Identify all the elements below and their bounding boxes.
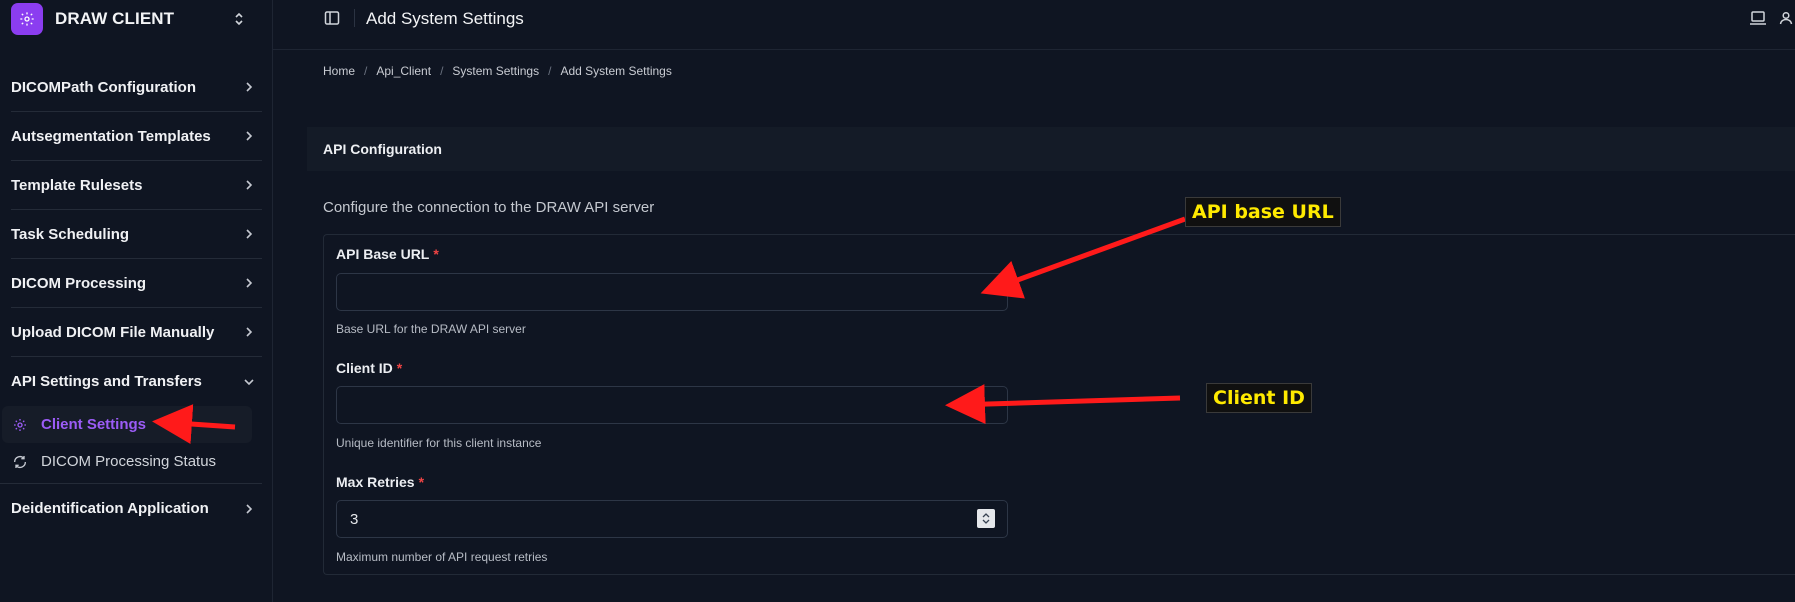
sidebar-subitem-dicom-processing-status[interactable]: DICOM Processing Status [2, 443, 252, 480]
chevrons-up-down-icon[interactable] [232, 9, 246, 29]
chevron-right-icon [242, 178, 256, 192]
api-base-url-label-text: API Base URL [336, 246, 430, 262]
chevron-right-icon [242, 502, 256, 516]
sidebar-item-label: Deidentification Application [11, 500, 209, 517]
breadcrumb-separator: / [440, 64, 444, 78]
sidebar-item-label: API Settings and Transfers [11, 373, 202, 390]
max-retries-help: Maximum number of API request retries [336, 550, 548, 564]
chevron-right-icon [242, 227, 256, 241]
user-icon[interactable] [1777, 9, 1795, 27]
annotation-callout-client-id: Client ID [1206, 383, 1312, 413]
section-title: API Configuration [323, 141, 442, 157]
api-base-url-input[interactable] [336, 273, 1008, 311]
max-retries-label: Max Retries * [336, 474, 424, 490]
api-base-url-help: Base URL for the DRAW API server [336, 322, 526, 336]
client-id-label: Client ID * [336, 360, 402, 376]
number-stepper[interactable] [977, 509, 995, 528]
breadcrumb-current: Add System Settings [560, 64, 672, 78]
sidebar-item-task-scheduling[interactable]: Task Scheduling [11, 210, 262, 259]
refresh-icon [11, 453, 29, 471]
required-marker: * [433, 246, 439, 262]
breadcrumb-separator: / [548, 64, 552, 78]
sidebar-item-upload-dicom-file-manually[interactable]: Upload DICOM File Manually [11, 308, 262, 357]
client-id-help: Unique identifier for this client instan… [336, 436, 542, 450]
sidebar-item-dicompath-configuration[interactable]: DICOMPath Configuration [11, 63, 262, 112]
sidebar-item-label: Upload DICOM File Manually [11, 323, 215, 341]
sidebar: DRAW CLIENT DICOMPath Configuration Auts… [0, 0, 273, 602]
topbar: Add System Settings [273, 0, 1795, 50]
chevron-right-icon [242, 129, 256, 143]
sidebar-item-label: Template Rulesets [11, 176, 143, 194]
sidebar-item-label: Autsegmentation Templates [11, 127, 211, 145]
chevron-down-icon [242, 375, 256, 389]
required-marker: * [396, 360, 403, 376]
required-marker: * [418, 474, 425, 490]
laptop-icon[interactable] [1749, 9, 1767, 27]
header-divider [354, 9, 355, 27]
breadcrumb-system-settings[interactable]: System Settings [452, 64, 539, 78]
breadcrumb-home[interactable]: Home [323, 64, 355, 78]
sidebar-item-label: Task Scheduling [11, 225, 130, 243]
breadcrumb-separator: / [364, 64, 368, 78]
sidebar-toggle-icon[interactable] [323, 9, 341, 27]
chevron-right-icon [242, 325, 256, 339]
sidebar-subitem-label: Client Settings [41, 416, 147, 433]
sidebar-item-dicom-processing[interactable]: DICOM Processing [11, 259, 262, 308]
max-retries-label-text: Max Retries [336, 474, 415, 490]
sidebar-item-label: DICOM Processing [11, 274, 147, 292]
sidebar-item-autsegmentation-templates[interactable]: Autsegmentation Templates [11, 112, 262, 161]
sidebar-item-template-rulesets[interactable]: Template Rulesets [11, 161, 262, 210]
sidebar-item-label: DICOMPath Configuration [11, 78, 196, 96]
sidebar-subitems: Client Settings DICOM Processing Status [0, 406, 262, 484]
section-header: API Configuration [307, 127, 1795, 171]
brand-name: DRAW CLIENT [55, 8, 175, 28]
page-title: Add System Settings [366, 9, 524, 28]
gear-icon [11, 2, 43, 35]
annotation-callout-api-base-url: API base URL [1185, 197, 1341, 227]
sidebar-subitem-label: DICOM Processing Status [41, 453, 217, 470]
sidebar-nav: DICOMPath Configuration Autsegmentation … [0, 63, 273, 533]
client-id-label-text: Client ID [336, 360, 393, 376]
chevron-right-icon [242, 276, 256, 290]
brand-header[interactable]: DRAW CLIENT [0, 0, 272, 37]
sidebar-item-deidentification-application[interactable]: Deidentification Application [11, 484, 262, 533]
api-base-url-label: API Base URL * [336, 246, 439, 262]
chevron-right-icon [242, 80, 256, 94]
breadcrumb: Home / Api_Client / System Settings / Ad… [323, 64, 672, 78]
section-description: Configure the connection to the DRAW API… [323, 199, 655, 216]
sidebar-subitem-client-settings[interactable]: Client Settings [2, 406, 252, 443]
client-id-input[interactable] [336, 386, 1008, 424]
sidebar-item-api-settings-and-transfers[interactable]: API Settings and Transfers [11, 357, 262, 406]
max-retries-input[interactable] [336, 500, 1008, 538]
gear-icon [11, 416, 29, 434]
header-actions [1749, 9, 1795, 27]
breadcrumb-api-client[interactable]: Api_Client [376, 64, 431, 78]
